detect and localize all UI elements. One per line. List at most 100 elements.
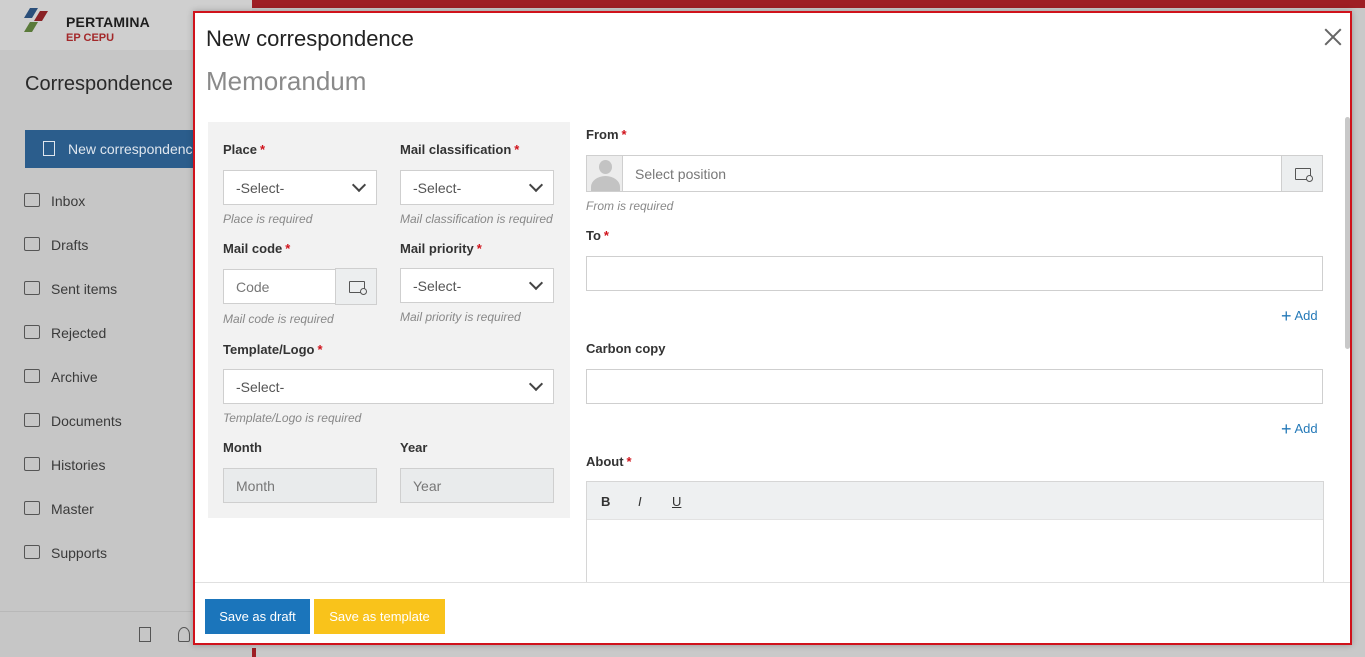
from-label: From * xyxy=(586,127,627,142)
user-icon[interactable] xyxy=(178,627,190,642)
to-input[interactable] xyxy=(586,256,1323,291)
mail-priority-value: -Select- xyxy=(413,278,462,294)
mail-classification-help: Mail classification is required xyxy=(400,212,553,226)
carbon-copy-input[interactable] xyxy=(586,369,1323,404)
template-logo-select[interactable]: -Select- xyxy=(223,369,554,404)
underline-button[interactable]: U xyxy=(672,494,681,509)
place-help: Place is required xyxy=(223,212,313,226)
editor-toolbar: B I U xyxy=(587,482,1323,520)
bold-button[interactable]: B xyxy=(601,494,610,509)
mail-priority-help: Mail priority is required xyxy=(400,310,521,324)
mail-classification-select[interactable]: -Select- xyxy=(400,170,554,205)
place-select-value: -Select- xyxy=(236,180,285,196)
plus-icon: + xyxy=(1281,419,1292,439)
sidebar-item-label: Sent items xyxy=(51,281,118,297)
year-label: Year xyxy=(400,440,428,455)
carbon-copy-label: Carbon copy xyxy=(586,341,666,356)
mail-code-label-text: Mail code xyxy=(223,241,283,256)
mail-code-input[interactable]: Code xyxy=(223,269,336,304)
required-mark: * xyxy=(476,241,482,256)
about-label-text: About xyxy=(586,454,624,469)
folder-search-icon xyxy=(1295,168,1313,182)
support-icon xyxy=(24,545,40,559)
sidebar-item-label: Archive xyxy=(51,369,98,385)
mail-priority-label-text: Mail priority xyxy=(400,241,474,256)
app-title: Correspondence xyxy=(25,73,173,95)
template-logo-value: -Select- xyxy=(236,379,285,395)
mail-priority-select[interactable]: -Select- xyxy=(400,268,554,303)
modal-footer: Save as draft Save as template xyxy=(195,582,1350,643)
inbox-icon xyxy=(24,193,40,207)
sidebar-item-label: Drafts xyxy=(51,237,89,253)
chevron-down-icon xyxy=(351,177,367,193)
required-mark: * xyxy=(514,142,520,157)
from-position-input[interactable]: Select position xyxy=(622,155,1282,192)
logo-name: PERTAMINA xyxy=(66,14,150,30)
save-draft-button[interactable]: Save as draft xyxy=(205,599,310,634)
new-correspondence-modal: New correspondence Memorandum Place * -Se… xyxy=(193,11,1352,645)
required-mark: * xyxy=(603,228,609,243)
avatar-body xyxy=(591,176,620,191)
required-mark: * xyxy=(259,142,266,157)
rejected-icon xyxy=(24,325,40,339)
mail-classification-label: Mail classification * xyxy=(400,142,519,157)
sidebar-item-label: Supports xyxy=(51,545,108,561)
document-icon[interactable] xyxy=(139,627,151,642)
mail-code-browse-button[interactable] xyxy=(335,268,377,305)
required-mark: * xyxy=(621,127,627,142)
required-mark: * xyxy=(317,342,323,357)
template-logo-label: Template/Logo * xyxy=(223,342,323,357)
save-template-button[interactable]: Save as template xyxy=(314,599,445,634)
sidebar-item-label: Inbox xyxy=(51,193,86,209)
avatar xyxy=(586,155,623,192)
year-placeholder: Year xyxy=(413,478,442,494)
avatar-head xyxy=(599,160,612,174)
accent-line xyxy=(252,648,256,657)
history-icon xyxy=(24,457,40,471)
logo-subtitle: EP CEPU xyxy=(66,32,115,44)
app-topbar xyxy=(252,0,1365,8)
plus-icon: + xyxy=(1281,306,1292,326)
template-logo-label-text: Template/Logo xyxy=(223,342,315,357)
new-document-icon xyxy=(43,141,55,156)
mail-code-placeholder: Code xyxy=(236,279,270,295)
sidebar-item-label: Master xyxy=(51,501,94,517)
month-label: Month xyxy=(223,440,262,455)
place-select[interactable]: -Select- xyxy=(223,170,377,205)
pertamina-logo-icon xyxy=(24,8,48,32)
required-mark: * xyxy=(626,454,632,469)
to-label: To * xyxy=(586,228,609,243)
sidebar-item-label: Rejected xyxy=(51,325,107,341)
month-input: Month xyxy=(223,468,377,503)
master-icon xyxy=(24,501,40,515)
add-cc-link[interactable]: + Add xyxy=(1281,419,1318,440)
archive-icon xyxy=(24,369,40,383)
sidebar-item-label: Documents xyxy=(51,413,122,429)
new-correspondence-label: New correspondence xyxy=(68,141,201,157)
month-placeholder: Month xyxy=(236,478,275,494)
add-link-label: Add xyxy=(1294,308,1318,323)
drafts-icon xyxy=(24,237,40,251)
year-input: Year xyxy=(400,468,554,503)
from-label-text: From xyxy=(586,127,619,142)
mail-classification-label-text: Mail classification xyxy=(400,142,512,157)
modal-title: New correspondence xyxy=(206,26,414,51)
modal-subtitle: Memorandum xyxy=(206,66,367,96)
chevron-down-icon xyxy=(528,376,544,392)
close-icon[interactable] xyxy=(1323,27,1343,47)
to-label-text: To xyxy=(586,228,601,243)
add-link-label: Add xyxy=(1294,421,1318,436)
about-editor[interactable]: B I U xyxy=(586,481,1324,591)
italic-button[interactable]: I xyxy=(638,494,642,509)
folder-search-icon xyxy=(349,281,367,295)
scrollbar[interactable] xyxy=(1345,117,1350,349)
sent-icon xyxy=(24,281,40,295)
about-label: About * xyxy=(586,454,632,469)
from-browse-button[interactable] xyxy=(1281,155,1323,192)
chevron-down-icon xyxy=(528,177,544,193)
template-logo-help: Template/Logo is required xyxy=(223,411,362,425)
place-label: Place * xyxy=(223,142,265,157)
mail-classification-value: -Select- xyxy=(413,180,462,196)
from-help: From is required xyxy=(586,199,674,213)
add-recipient-link[interactable]: + Add xyxy=(1281,306,1318,327)
